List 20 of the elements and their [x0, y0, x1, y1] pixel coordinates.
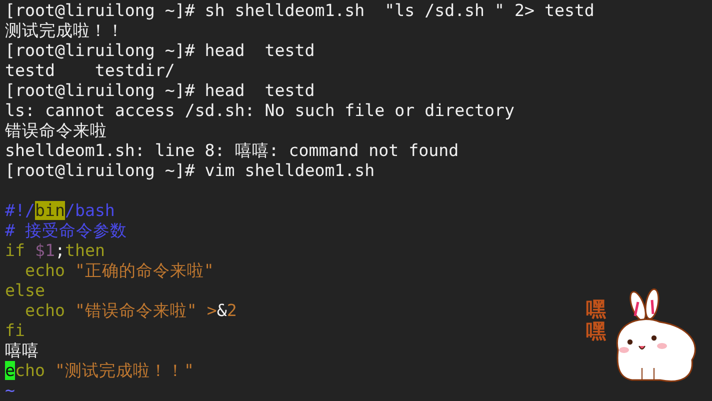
terminal-line: 测试完成啦！！ — [5, 21, 124, 41]
code-line: if $1;then — [5, 241, 105, 261]
sticker-text: 嘿嘿 — [586, 298, 606, 342]
terminal-line: [root@liruilong ~]# vim shelldeom1.sh — [5, 161, 375, 181]
code-line: 嘻嘻 — [5, 341, 39, 361]
code-line: #!/bin/bash — [5, 201, 115, 221]
terminal-line: [root@liruilong ~]# head testd — [5, 81, 315, 101]
terminal-line: [root@liruilong ~]# head testd — [5, 41, 315, 61]
terminal-line: testd testdir/ — [5, 61, 175, 81]
terminal-line: [root@liruilong ~]# sh shelldeom1.sh "ls /sd.sh " 2> testd — [5, 1, 594, 21]
code-line: echo "正确的命令来啦" — [24, 261, 214, 281]
terminal-line: shelldeom1.sh: line 8: 嘻嘻: command not found — [5, 141, 459, 161]
code-line: echo "测试完成啦！！" — [5, 361, 194, 381]
code-line: fi — [5, 321, 25, 341]
code-line: echo "错误命令来啦" >&2 — [24, 301, 237, 321]
empty-line-marker: ~ — [5, 381, 15, 401]
code-line: else — [5, 281, 45, 301]
terminal-line: 错误命令来啦 — [5, 121, 107, 141]
code-line: # 接受命令参数 — [5, 221, 127, 241]
terminal-line: ls: cannot access /sd.sh: No such file or directory — [5, 101, 515, 121]
